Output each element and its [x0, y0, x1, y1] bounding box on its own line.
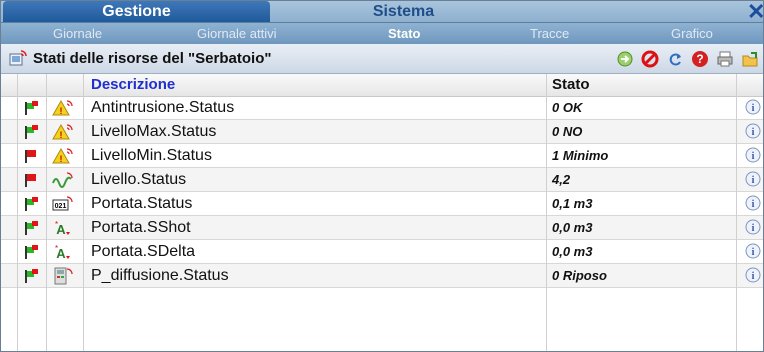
table-row[interactable]: ! LivelloMin.Status 1 Minimo i	[1, 144, 763, 168]
green-red-flag-icon	[23, 220, 39, 236]
accumulator-icon: A *	[52, 243, 74, 261]
main-window: Gestione Sistema ✕ Giornale Giornale att…	[0, 0, 764, 352]
resource-state: 0,0 m3	[552, 244, 593, 259]
info-icon[interactable]: i	[745, 267, 761, 283]
counter-icon: 021	[52, 195, 74, 213]
resource-name: P_diffusione.Status	[91, 267, 229, 284]
svg-text:i: i	[752, 151, 755, 162]
resource-name: Livello.Status	[91, 171, 187, 188]
export-icon[interactable]	[740, 49, 759, 68]
column-divider	[83, 74, 84, 351]
column-divider	[736, 74, 737, 351]
subnav-giornale-attivi[interactable]: Giornale attivi	[197, 23, 276, 44]
green-red-flag-icon	[23, 100, 39, 116]
info-icon[interactable]: i	[745, 123, 761, 139]
header-descrizione[interactable]: Descrizione	[91, 74, 175, 96]
resource-state: 0,1 m3	[552, 196, 593, 211]
svg-text:i: i	[752, 247, 755, 258]
resource-state: 0 NO	[552, 124, 583, 139]
alarm-warning-icon: !	[52, 123, 74, 141]
analog-wave-icon	[52, 171, 74, 189]
reload-icon[interactable]	[665, 49, 684, 68]
panel-title: Stati delle risorse del "Serbatoio"	[33, 50, 272, 67]
svg-text:!: !	[60, 130, 63, 140]
device-panel-icon	[52, 267, 74, 285]
svg-text:i: i	[752, 271, 755, 282]
svg-text:i: i	[752, 199, 755, 210]
resource-name: Portata.SShot	[91, 219, 191, 236]
resource-state: 4,2	[552, 172, 571, 187]
resource-name: Antintrusione.Status	[91, 99, 235, 116]
info-icon[interactable]: i	[745, 195, 761, 211]
green-red-flag-icon	[23, 268, 39, 284]
info-icon[interactable]: i	[745, 219, 761, 235]
green-red-flag-icon	[23, 124, 39, 140]
table-row[interactable]: ! Antintrusione.Status 0 OK i	[1, 96, 763, 120]
column-divider	[17, 74, 18, 351]
resource-state: 1 Minimo	[552, 148, 609, 163]
svg-text:i: i	[752, 223, 755, 234]
stop-icon[interactable]	[640, 49, 659, 68]
svg-text:*: *	[55, 244, 58, 253]
green-red-flag-icon	[23, 244, 39, 260]
tab-gestione[interactable]: Gestione	[3, 1, 270, 22]
resource-state: 0,0 m3	[552, 220, 593, 235]
red-flag-icon	[23, 172, 39, 188]
column-divider	[46, 74, 47, 351]
alarm-warning-icon: !	[52, 99, 74, 117]
column-divider	[546, 74, 547, 351]
table-header: Descrizione Stato	[1, 74, 763, 97]
svg-text:?: ?	[696, 52, 703, 66]
header-stato[interactable]: Stato	[552, 74, 590, 96]
refresh-go-icon[interactable]	[615, 49, 634, 68]
toolbar: ?	[615, 49, 759, 69]
alarm-warning-icon: !	[52, 147, 74, 165]
table-row[interactable]: A * Portata.SDelta 0,0 m3 i	[1, 240, 763, 264]
subnav-grafico[interactable]: Grafico	[671, 23, 713, 44]
table-row[interactable]: P_diffusione.Status 0 Riposo i	[1, 264, 763, 288]
close-icon[interactable]: ✕	[747, 1, 763, 22]
resource-state: 0 Riposo	[552, 268, 607, 283]
resource-name: LivelloMax.Status	[91, 123, 217, 140]
subnav-giornale[interactable]: Giornale	[53, 23, 102, 44]
svg-text:i: i	[752, 175, 755, 186]
subnav-tracce[interactable]: Tracce	[530, 23, 569, 44]
table-row[interactable]: A * Portata.SShot 0,0 m3 i	[1, 216, 763, 240]
table-row[interactable]: ! LivelloMax.Status 0 NO i	[1, 120, 763, 144]
resource-name: Portata.SDelta	[91, 243, 196, 260]
green-red-flag-icon	[23, 196, 39, 212]
table-row[interactable]: 021 Portata.Status 0,1 m3 i	[1, 192, 763, 216]
svg-text:!: !	[60, 154, 63, 164]
accumulator-icon: A *	[52, 219, 74, 237]
resource-status-icon	[9, 50, 27, 66]
resource-name: LivelloMin.Status	[91, 147, 212, 164]
panel-title-bar: Stati delle risorse del "Serbatoio" ?	[1, 44, 763, 74]
info-icon[interactable]: i	[745, 147, 761, 163]
sub-navigation: Giornale Giornale attivi Stato Tracce Gr…	[1, 23, 763, 44]
svg-text:021: 021	[55, 203, 67, 210]
info-icon[interactable]: i	[745, 99, 761, 115]
info-icon[interactable]: i	[745, 243, 761, 259]
tab-sistema[interactable]: Sistema	[301, 1, 506, 22]
svg-text:*: *	[55, 220, 58, 229]
svg-text:!: !	[60, 106, 63, 116]
resource-state: 0 OK	[552, 100, 583, 115]
subnav-stato[interactable]: Stato	[388, 23, 421, 44]
print-icon[interactable]	[715, 49, 734, 68]
info-icon[interactable]: i	[745, 171, 761, 187]
red-flag-icon	[23, 148, 39, 164]
table-row[interactable]: Livello.Status 4,2 i	[1, 168, 763, 192]
svg-text:i: i	[752, 103, 755, 114]
svg-text:i: i	[752, 127, 755, 138]
top-tab-bar: Gestione Sistema ✕	[1, 1, 763, 23]
help-icon[interactable]: ?	[690, 49, 709, 68]
resource-name: Portata.Status	[91, 195, 193, 212]
